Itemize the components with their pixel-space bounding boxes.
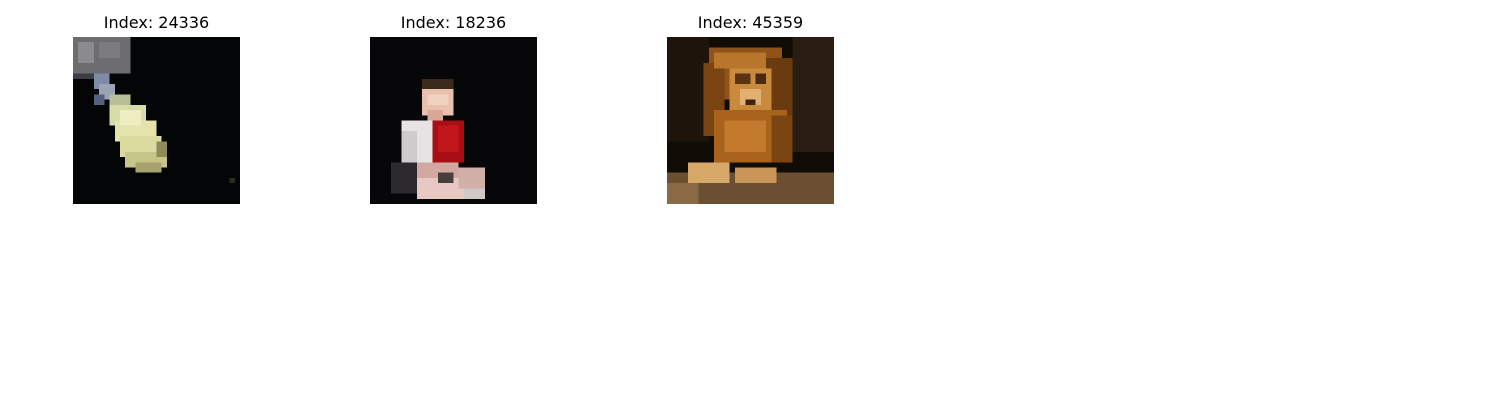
lion-image bbox=[667, 37, 834, 204]
child-image bbox=[370, 37, 537, 204]
image-index-title: Index: 18236 bbox=[400, 13, 507, 32]
bulb-image bbox=[73, 37, 240, 204]
image-index-title: Index: 45359 bbox=[697, 13, 804, 32]
image-index-title: Index: 24336 bbox=[103, 13, 210, 32]
